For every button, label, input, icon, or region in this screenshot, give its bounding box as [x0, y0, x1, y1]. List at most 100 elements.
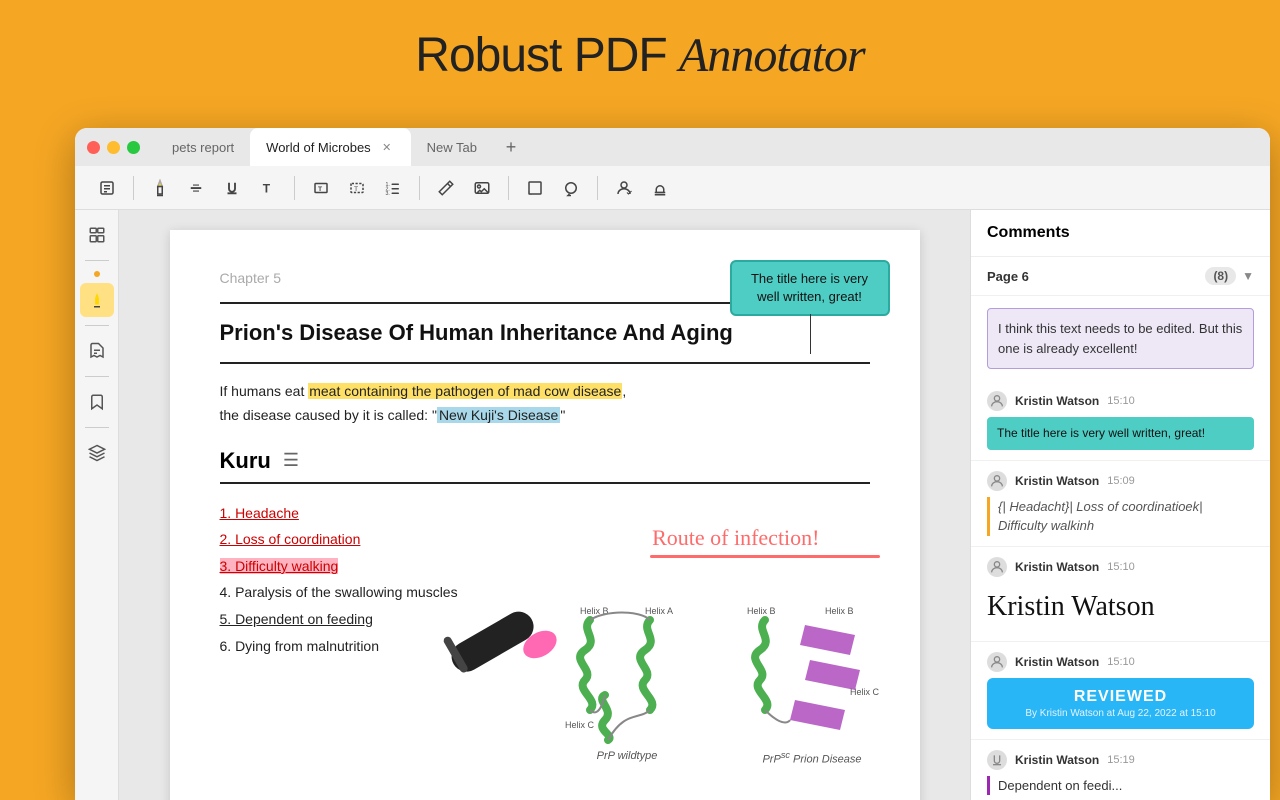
page-count-badge: (8): [1205, 267, 1236, 285]
comment-author-4: Kristin Watson: [1015, 560, 1099, 574]
comment-meta-5: Kristin Watson 15:10: [987, 652, 1254, 672]
active-indicator: [94, 271, 100, 277]
title-bar: pets report World of Microbes ✕ New Tab …: [75, 128, 1270, 166]
sidebar-annotations-button[interactable]: [80, 334, 114, 368]
comment-bubble-teal: The title here is very well written, gre…: [987, 417, 1254, 450]
sidebar-sep-3: [85, 376, 109, 377]
outline-text-button[interactable]: T: [341, 172, 373, 204]
comments-panel: Comments Page 6 (8) ▼ I think this text …: [970, 210, 1270, 800]
tab-close-icon[interactable]: ✕: [379, 139, 395, 155]
separator-4: [508, 176, 509, 200]
sidebar-sep-1: [85, 260, 109, 261]
svg-text:Helix C: Helix C: [565, 720, 595, 730]
shape2-tool-button[interactable]: [555, 172, 587, 204]
comment-meta-3: Kristin Watson 15:09: [987, 471, 1254, 491]
comment-meta-6: Kristin Watson 15:19: [987, 750, 1254, 770]
traffic-lights: [87, 141, 140, 154]
list-tool-button[interactable]: [91, 172, 123, 204]
app-title-italic: Annotator: [679, 29, 865, 82]
symptom-2: 2. Loss of coordination: [220, 526, 870, 553]
symptom-3: 3. Difficulty walking: [220, 553, 870, 580]
callout-bubble: The title here is very well written, gre…: [730, 260, 890, 316]
svg-text:T: T: [263, 181, 271, 195]
app-title: Robust PDF Annotator: [0, 28, 1280, 83]
tab-pets-report[interactable]: pets report: [156, 128, 250, 166]
comment-text-6: Dependent on feedi...: [998, 776, 1254, 796]
image-tool-button[interactable]: [466, 172, 498, 204]
protein-images: Helix B Helix A Helix C: [550, 600, 890, 766]
avatar-3: [987, 471, 1007, 491]
sidebar-bookmarks-button[interactable]: [80, 385, 114, 419]
active-comment-text: I think this text needs to be edited. Bu…: [998, 319, 1243, 358]
page-label-text: Page 6: [987, 269, 1029, 284]
sidebar-highlight-button[interactable]: [80, 283, 114, 317]
sidebar: [75, 210, 119, 800]
reviewed-title: REVIEWED: [1003, 688, 1238, 706]
separator-5: [597, 176, 598, 200]
note-icon[interactable]: ☰: [283, 450, 299, 471]
app-header: Robust PDF Annotator: [0, 0, 1280, 105]
text-tool-button[interactable]: T: [252, 172, 284, 204]
pdf-area[interactable]: Chapter 5 The title here is very well wr…: [119, 210, 970, 800]
title-divider: [220, 362, 870, 364]
separator-3: [419, 176, 420, 200]
shape-tool-button[interactable]: [519, 172, 551, 204]
svg-text:Helix B: Helix B: [747, 606, 776, 616]
protein2-label: PrPsc Prion Disease: [735, 750, 890, 766]
underline-tool-button[interactable]: [216, 172, 248, 204]
reviewed-badge: REVIEWED By Kristin Watson at Aug 22, 20…: [987, 678, 1254, 729]
pdf-page: Chapter 5 The title here is very well wr…: [170, 230, 920, 800]
comment-author-6: Kristin Watson: [1015, 753, 1099, 767]
comment-item-4[interactable]: Kristin Watson 15:10 Kristin Watson: [971, 547, 1270, 642]
comment-text-3: {| Headacht}| Loss of coordinatioek| Dif…: [998, 497, 1254, 536]
sidebar-thumbnails-button[interactable]: [80, 218, 114, 252]
maximize-button[interactable]: [127, 141, 140, 154]
comment-author-5: Kristin Watson: [1015, 655, 1099, 669]
comments-header: Comments: [971, 210, 1270, 257]
comment-item-3[interactable]: Kristin Watson 15:09 {| Headacht}| Loss …: [971, 461, 1270, 547]
highlight-tool-button[interactable]: [144, 172, 176, 204]
tab-world-of-microbes[interactable]: World of Microbes ✕: [250, 128, 411, 166]
comment-meta-4: Kristin Watson 15:10: [987, 557, 1254, 577]
main-content: Chapter 5 The title here is very well wr…: [75, 210, 1270, 800]
comment-time-3: 15:09: [1107, 475, 1135, 487]
close-button[interactable]: [87, 141, 100, 154]
comment-author-3: Kristin Watson: [1015, 474, 1099, 488]
app-title-regular: Robust PDF: [415, 29, 679, 82]
signature-text: Kristin Watson: [987, 583, 1254, 631]
stamp-tool-button[interactable]: [644, 172, 676, 204]
minimize-button[interactable]: [107, 141, 120, 154]
comments-page-label[interactable]: Page 6 (8) ▼: [971, 257, 1270, 296]
highlighted-yellow-text: meat containing the pathogen of mad cow …: [308, 383, 622, 399]
active-comment[interactable]: I think this text needs to be edited. Bu…: [987, 308, 1254, 369]
avatar-2: [987, 391, 1007, 411]
svg-text:Helix B: Helix B: [825, 606, 854, 616]
chevron-down-icon[interactable]: ▼: [1242, 269, 1254, 283]
sidebar-sep-4: [85, 427, 109, 428]
comment-item-6[interactable]: Kristin Watson 15:19 Dependent on feedi.…: [971, 740, 1270, 800]
comment-time-2: 15:10: [1107, 395, 1135, 407]
person-tool-button[interactable]: [608, 172, 640, 204]
comment-time-4: 15:10: [1107, 561, 1135, 573]
symptom-1: 1. Headache: [220, 500, 870, 527]
highlighted-blue-text: New Kuji's Disease: [437, 407, 560, 423]
new-tab-button[interactable]: +: [497, 133, 525, 161]
kuru-title: Kuru: [220, 448, 271, 474]
textbox-tool-button[interactable]: T: [305, 172, 337, 204]
reviewed-sub: By Kristin Watson at Aug 22, 2022 at 15:…: [1003, 708, 1238, 719]
pen-tool-button[interactable]: [430, 172, 462, 204]
numbered-list-button[interactable]: 1. 2. 3.: [377, 172, 409, 204]
comment-time-5: 15:10: [1107, 656, 1135, 668]
protein-prion: Helix B Helix B Helix C PrP: [735, 600, 890, 766]
svg-text:3.: 3.: [386, 190, 390, 196]
comment-time-6: 15:19: [1107, 754, 1135, 766]
comment-author-2: Kristin Watson: [1015, 394, 1099, 408]
tab-new-tab[interactable]: New Tab: [411, 128, 493, 166]
sidebar-layers-button[interactable]: [80, 436, 114, 470]
comment-item-5[interactable]: Kristin Watson 15:10 REVIEWED By Kristin…: [971, 642, 1270, 740]
comment-item-2[interactable]: Kristin Watson 15:10 The title here is v…: [971, 381, 1270, 461]
protein-wildtype: Helix B Helix A Helix C: [550, 600, 705, 766]
strikethrough-tool-button[interactable]: [180, 172, 212, 204]
active-comment-wrapper: I think this text needs to be edited. Bu…: [971, 296, 1270, 381]
avatar-6: [987, 750, 1007, 770]
